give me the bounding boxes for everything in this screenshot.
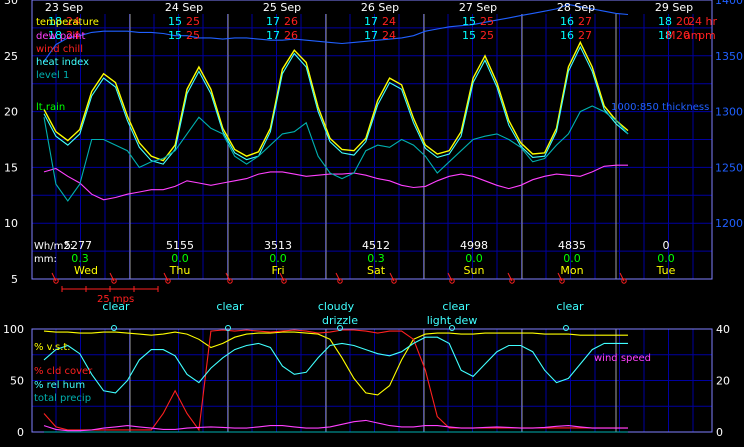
daily-min-temp: 17 xyxy=(266,15,280,28)
daily-max-temp: 25 xyxy=(480,15,494,28)
legend-temperature: temperature xyxy=(36,17,99,28)
daily-radiation: 4998 xyxy=(460,239,488,252)
daily-max-temp: 25 xyxy=(186,15,200,28)
daily-min-temp: 18 xyxy=(658,15,672,28)
weekday-label: Tue xyxy=(656,264,676,277)
daily-max-temp: 24 xyxy=(382,15,396,28)
daily-max-temp: 25 xyxy=(480,29,494,42)
row-label-mm: mm: xyxy=(34,254,57,265)
left-tick-label: 25 xyxy=(4,50,18,63)
day-date-label: 25 Sep xyxy=(263,1,301,14)
weekday-label: Fri xyxy=(271,264,284,277)
weekday-label: Sun xyxy=(464,264,485,277)
left-tick-label: 100 xyxy=(3,323,24,336)
daily-min-temp: 17 xyxy=(364,15,378,28)
legend-cloud-cover: % cld cover xyxy=(34,366,93,377)
right-tick-label: 20 xyxy=(716,375,730,388)
daily-min-temp: 17 xyxy=(364,29,378,42)
daily-min-temp: 16 xyxy=(560,29,574,42)
daily-radiation: 4835 xyxy=(558,239,586,252)
legend-level-1: level 1 xyxy=(36,70,69,81)
daily-min-temp: 16 xyxy=(560,15,574,28)
daily-min-temp: 15 xyxy=(168,29,182,42)
daily-radiation: 3513 xyxy=(264,239,292,252)
day-date-label: 29 Sep xyxy=(655,1,693,14)
cloud-condition-label: clear xyxy=(556,300,584,313)
weekday-label: Sat xyxy=(367,264,386,277)
daily-max-temp: 26 xyxy=(284,15,298,28)
legend-heat-index: heat index xyxy=(36,57,89,68)
left-tick-label: 0 xyxy=(17,426,24,439)
cloud-condition-label: clear xyxy=(216,300,244,313)
right-tick-label: 40 xyxy=(716,323,730,336)
weekday-label: Wed xyxy=(74,264,98,277)
daily-min-temp: 17 xyxy=(266,29,280,42)
cloud-condition-label: clear xyxy=(442,300,470,313)
daily-min-temp: 15 xyxy=(462,29,476,42)
right-tick-label: 1350 xyxy=(715,50,743,63)
left-tick-label: 30 xyxy=(4,0,18,7)
hour-mode-pm: pm xyxy=(698,29,716,42)
daily-min-temp: 15 xyxy=(462,15,476,28)
legend-wind-chill: wind chill xyxy=(36,44,83,55)
day-date-label: 23 Sep xyxy=(45,1,83,14)
daily-max-temp: 27 xyxy=(578,15,592,28)
daily-radiation: 4512 xyxy=(362,239,390,252)
left-tick-label: 15 xyxy=(4,161,18,174)
left-tick-label: 5 xyxy=(11,273,18,286)
daily-max-temp: 24 xyxy=(382,29,396,42)
daily-min-temp: 15 xyxy=(168,15,182,28)
right-tick-label: 1200 xyxy=(715,217,743,230)
right-tick-label: 0 xyxy=(716,426,723,439)
hour-mode-m: M xyxy=(666,29,676,42)
hour-mode-24hr: 24 hr xyxy=(688,15,717,28)
day-date-label: 26 Sep xyxy=(361,1,399,14)
left-tick-label: 50 xyxy=(10,375,24,388)
daily-radiation: 5155 xyxy=(166,239,194,252)
right-tick-label: 1300 xyxy=(715,106,743,119)
cloud-condition-label: cloudy xyxy=(318,300,355,313)
rain-label: lt.rain xyxy=(36,102,65,113)
day-date-label: 24 Sep xyxy=(165,1,203,14)
wind-scale-label: 25 mps xyxy=(97,294,134,305)
legend-dew-point: dew point xyxy=(36,31,85,42)
weekday-label: Mon xyxy=(560,264,583,277)
meteogram-chart: 5 10 15 20 25 30 1200 1250 1300 1350 1400 0 50 100 0 20… xyxy=(0,0,744,447)
daily-max-temp: 26 xyxy=(284,29,298,42)
legend-total-precip: total precip xyxy=(34,393,91,404)
daily-max-temp: 25 xyxy=(186,29,200,42)
thickness-label: 1000:850 thickness xyxy=(611,102,709,113)
left-tick-label: 10 xyxy=(4,217,18,230)
day-date-label: 27 Sep xyxy=(459,1,497,14)
left-tick-label: 20 xyxy=(4,106,18,119)
right-tick-label: 1400 xyxy=(715,0,743,7)
daily-max-temp: 27 xyxy=(578,29,592,42)
legend-vst: % v.s.t. xyxy=(34,342,71,353)
legend-wind-speed: wind speed xyxy=(594,353,651,364)
day-date-label: 28 Sep xyxy=(557,1,595,14)
right-tick-label: 1250 xyxy=(715,161,743,174)
daily-radiation: 0 xyxy=(663,239,670,252)
weekday-label: Thu xyxy=(169,264,191,277)
legend-rel-hum: % rel hum xyxy=(34,380,85,391)
row-label-wh: Wh/m2: xyxy=(34,241,73,252)
